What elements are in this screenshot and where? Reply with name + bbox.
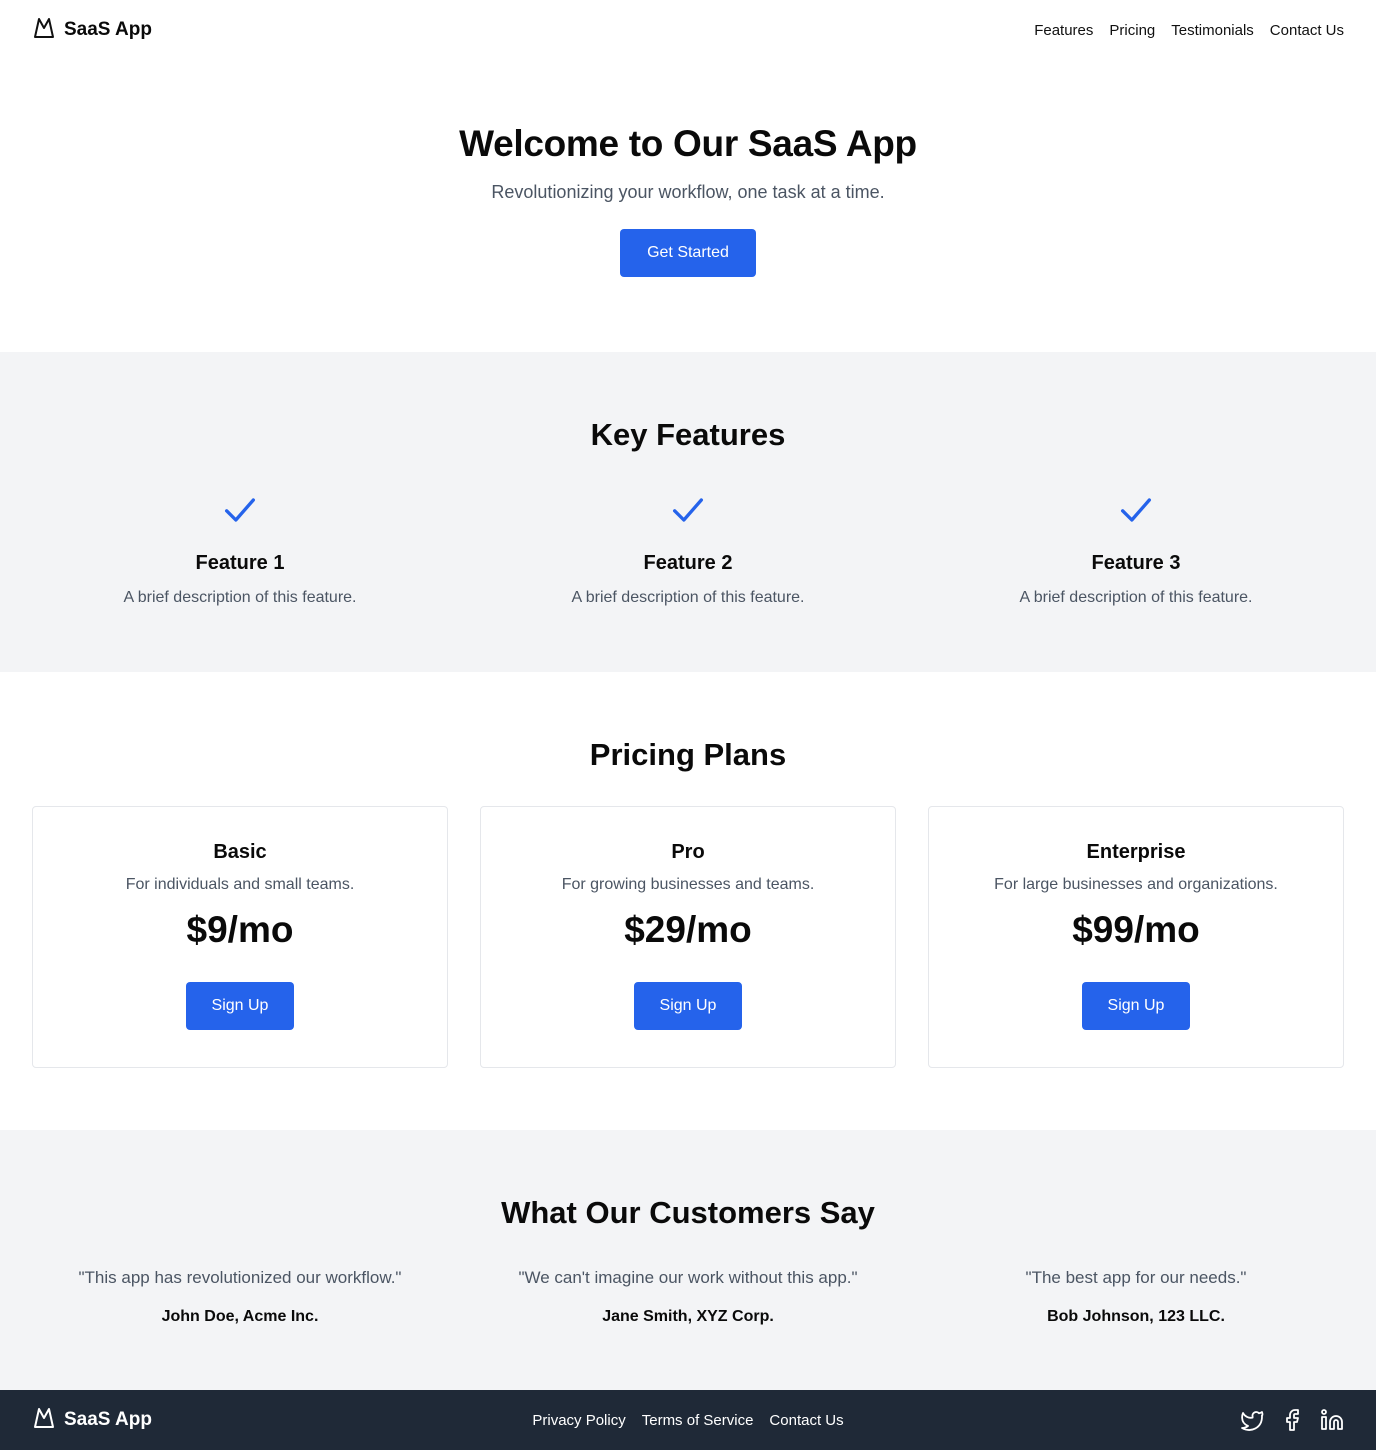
feature-name: Feature 3 (1091, 552, 1181, 574)
footer-link-privacy[interactable]: Privacy Policy (532, 1412, 625, 1429)
pricing-plans: Basic For individuals and small teams. $… (0, 806, 1376, 1068)
sign-up-button-enterprise[interactable]: Sign Up (1082, 982, 1190, 1030)
pricing-card-basic: Basic For individuals and small teams. $… (32, 806, 448, 1068)
feature-grid: Feature 1 A brief description of this fe… (0, 490, 1376, 607)
feature-description: A brief description of this feature. (571, 589, 805, 606)
sign-up-button-pro[interactable]: Sign Up (634, 982, 742, 1030)
mountain-icon (32, 16, 56, 45)
feature-card: Feature 1 A brief description of this fe… (32, 490, 448, 607)
check-icon (480, 490, 896, 530)
plan-price: $29/mo (624, 909, 752, 950)
plan-name: Enterprise (1086, 841, 1186, 863)
footer-brand[interactable]: SaaS App (32, 1406, 152, 1435)
footer-nav: Privacy Policy Terms of Service Contact … (532, 1412, 843, 1429)
testimonial-author: Jane Smith, XYZ Corp. (602, 1308, 774, 1325)
testimonial-author: John Doe, Acme Inc. (161, 1308, 319, 1325)
twitter-icon[interactable] (1240, 1408, 1264, 1432)
feature-name: Feature 2 (643, 552, 733, 574)
site-header: SaaS App Features Pricing Testimonials C… (0, 0, 1376, 60)
testimonial-author: Bob Johnson, 123 LLC. (1047, 1308, 1225, 1325)
nav-link-contact[interactable]: Contact Us (1270, 22, 1344, 39)
testimonials-section: What Our Customers Say "This app has rev… (0, 1130, 1376, 1390)
pricing-card-enterprise: Enterprise For large businesses and orga… (928, 806, 1344, 1068)
testimonial-list: "This app has revolutionized our workflo… (0, 1268, 1376, 1326)
pricing-section: Pricing Plans Basic For individuals and … (0, 672, 1376, 1130)
main-nav: Features Pricing Testimonials Contact Us (1034, 22, 1344, 39)
hero-subtitle: Revolutionizing your workflow, one task … (491, 182, 885, 202)
testimonial-quote: "The best app for our needs." (1025, 1268, 1247, 1287)
nav-link-testimonials[interactable]: Testimonials (1171, 22, 1254, 39)
hero-title: Welcome to Our SaaS App (459, 123, 917, 164)
testimonials-title: What Our Customers Say (501, 1195, 875, 1230)
sign-up-button-basic[interactable]: Sign Up (186, 982, 294, 1030)
site-footer: SaaS App Privacy Policy Terms of Service… (0, 1390, 1376, 1450)
nav-link-pricing[interactable]: Pricing (1109, 22, 1155, 39)
mountain-icon (32, 1406, 56, 1435)
linkedin-icon[interactable] (1320, 1408, 1344, 1432)
feature-name: Feature 1 (195, 552, 285, 574)
nav-link-features[interactable]: Features (1034, 22, 1093, 39)
brand[interactable]: SaaS App (32, 16, 152, 45)
plan-description: For large businesses and organizations. (994, 876, 1278, 893)
pricing-card-pro: Pro For growing businesses and teams. $2… (480, 806, 896, 1068)
brand-name: SaaS App (64, 19, 152, 40)
check-icon (928, 490, 1344, 530)
feature-card: Feature 2 A brief description of this fe… (480, 490, 896, 607)
check-icon (32, 490, 448, 530)
features-section: Key Features Feature 1 A brief descripti… (0, 352, 1376, 672)
facebook-icon[interactable] (1280, 1408, 1304, 1432)
plan-name: Basic (213, 841, 267, 863)
testimonial-quote: "This app has revolutionized our workflo… (78, 1268, 402, 1287)
social-links (1240, 1408, 1344, 1432)
hero-section: Welcome to Our SaaS App Revolutionizing … (0, 60, 1376, 352)
footer-link-contact[interactable]: Contact Us (769, 1412, 843, 1429)
footer-link-terms[interactable]: Terms of Service (642, 1412, 754, 1429)
feature-card: Feature 3 A brief description of this fe… (928, 490, 1344, 607)
testimonial-quote: "We can't imagine our work without this … (518, 1268, 858, 1287)
feature-description: A brief description of this feature. (123, 589, 357, 606)
get-started-button[interactable]: Get Started (620, 229, 756, 277)
testimonial-card: "This app has revolutionized our workflo… (32, 1268, 448, 1326)
plan-description: For individuals and small teams. (125, 876, 355, 893)
features-title: Key Features (590, 417, 786, 452)
plan-price: $99/mo (1072, 909, 1200, 950)
plan-description: For growing businesses and teams. (561, 876, 815, 893)
plan-name: Pro (671, 841, 705, 863)
pricing-title: Pricing Plans (589, 737, 787, 772)
testimonial-card: "We can't imagine our work without this … (480, 1268, 896, 1326)
testimonial-card: "The best app for our needs." Bob Johnso… (928, 1268, 1344, 1326)
plan-price: $9/mo (186, 909, 294, 950)
feature-description: A brief description of this feature. (1019, 589, 1253, 606)
footer-brand-name: SaaS App (64, 1409, 152, 1430)
